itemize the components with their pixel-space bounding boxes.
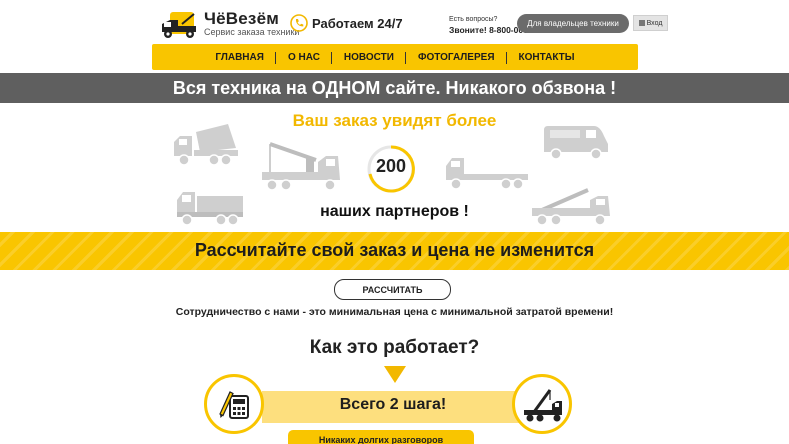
main-nav: ГЛАВНАЯ О НАС НОВОСТИ ФОТОГАЛЕРЕЯ КОНТАК…: [152, 44, 638, 70]
steps-label: Всего 2 шага!: [339, 396, 447, 413]
header: ЧёВезём Сервис заказа техники Работаем 2…: [0, 0, 789, 44]
cooperation-text: Сотрудничество с нами - это минимальная …: [175, 306, 614, 318]
nav-item-home[interactable]: ГЛАВНАЯ: [203, 52, 276, 63]
logo[interactable]: ЧёВезём Сервис заказа техники: [156, 6, 306, 42]
step-order-circle: [204, 374, 264, 434]
calculator-icon: [219, 391, 249, 419]
van-icon: [544, 126, 608, 160]
tow-truck-logo-icon: [156, 8, 200, 40]
owners-button[interactable]: Для владельцев техники: [517, 14, 629, 33]
nav-item-news[interactable]: НОВОСТИ: [330, 51, 406, 64]
down-arrow-icon: [384, 366, 406, 383]
nav-item-gallery[interactable]: ФОТОГАЛЕРЕЯ: [404, 51, 507, 64]
work-hours-text: Работаем 24/7: [312, 15, 403, 31]
brand-tagline: Сервис заказа техники: [204, 27, 300, 37]
login-button[interactable]: Вход: [633, 15, 668, 31]
hero-banner-text: Вся техника на ОДНОМ сайте. Никакого обз…: [172, 77, 617, 98]
work-hours: Работаем 24/7: [290, 14, 403, 32]
tow-platform-truck-icon: [446, 158, 528, 190]
login-label: Вход: [646, 19, 663, 27]
partners-title: Ваш заказ увидят более: [292, 111, 497, 130]
login-icon: [638, 20, 645, 26]
crane-truck-icon: [524, 389, 562, 422]
how-it-works-title: Как это работает?: [309, 337, 480, 358]
partners-section: Ваш заказ увидят более 200 наших партнер…: [0, 104, 789, 230]
nav-item-about[interactable]: О НАС: [274, 51, 332, 64]
brand-name: ЧёВезём: [204, 9, 280, 28]
phone-icon: [290, 14, 308, 32]
hero-banner: Вся техника на ОДНОМ сайте. Никакого обз…: [0, 73, 789, 103]
calc-banner: Рассчитайте свой заказ и цена не изменит…: [0, 232, 789, 270]
calculate-button[interactable]: РАССЧИТАТЬ: [334, 279, 451, 300]
dump-truck-icon: [174, 124, 238, 166]
partners-count: 200: [375, 156, 407, 176]
calc-banner-text: Рассчитайте свой заказ и цена не изменит…: [194, 240, 595, 260]
nav-item-contacts[interactable]: КОНТАКТЫ: [505, 51, 587, 64]
no-long-talks-tag: Никаких долгих разговоров: [288, 430, 474, 444]
crane-manipulator-truck-icon: [262, 142, 340, 191]
partners-subtitle: наших партнеров !: [320, 203, 469, 220]
step-crane-circle: [512, 374, 572, 434]
